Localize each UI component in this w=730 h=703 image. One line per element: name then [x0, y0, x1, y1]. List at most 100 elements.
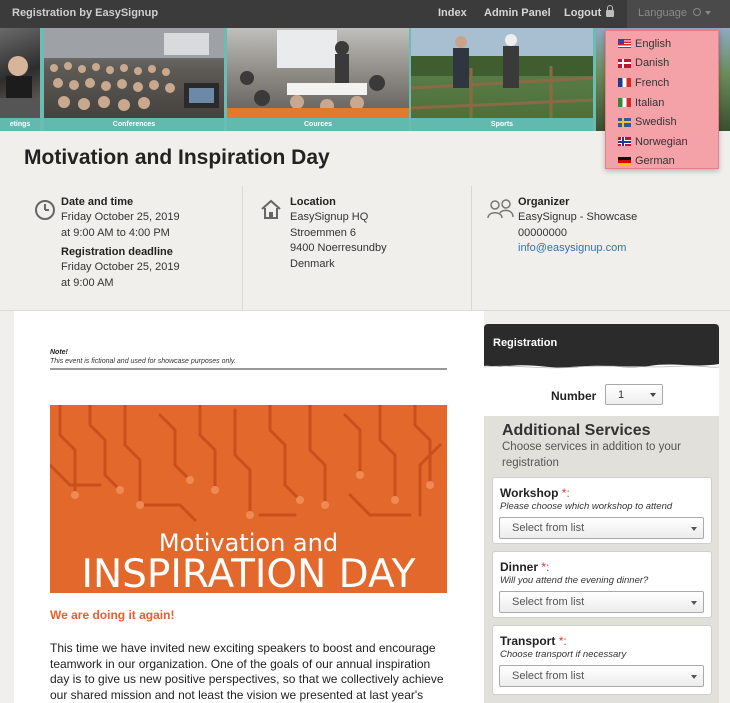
language-option-italian[interactable]: Italian	[606, 93, 718, 113]
event-description-panel: Note! This event is fictional and used f…	[14, 311, 484, 703]
deadline-time: at 9:00 AM	[61, 276, 114, 289]
us-flag-icon	[618, 39, 631, 49]
no-flag-icon	[618, 137, 631, 147]
service-workshop: Workshop *: Please choose which workshop…	[492, 477, 712, 544]
transport-select[interactable]: Select from list	[499, 665, 704, 687]
chevron-down-icon	[650, 393, 656, 397]
select-placeholder: Select from list	[512, 596, 585, 608]
service-hint: Please choose which workshop to attend	[500, 501, 673, 512]
globe-icon	[692, 8, 701, 16]
people-icon	[487, 199, 514, 219]
nav-index-link[interactable]: Index	[438, 7, 467, 19]
language-option-german[interactable]: German	[606, 152, 718, 172]
language-label: Swedish	[635, 116, 677, 129]
organizer-line: 00000000	[518, 226, 567, 239]
banner-caption: Conferences	[44, 118, 224, 131]
additional-services-subtitle: Choose services in addition to your regi…	[502, 441, 681, 469]
nav-logout-link[interactable]: Logout	[564, 5, 615, 19]
se-flag-icon	[618, 117, 631, 127]
clock-icon	[35, 200, 55, 220]
chevron-down-icon	[691, 527, 697, 531]
banner-caption: etings	[0, 118, 40, 131]
language-label: French	[635, 76, 670, 89]
page-title: Motivation and Inspiration Day	[24, 146, 330, 169]
info-divider	[242, 186, 243, 310]
language-option-danish[interactable]: Danish	[606, 54, 718, 74]
service-name: Workshop	[500, 486, 559, 500]
home-icon	[261, 199, 281, 219]
language-label: Italian	[635, 96, 665, 109]
deadline-date: Friday October 25, 2019	[61, 261, 180, 273]
organizer-email-link[interactable]: info@easysignup.com	[518, 241, 718, 257]
language-menu: English Danish French Italian Swedish No…	[605, 30, 719, 169]
required-marker: *:	[558, 634, 567, 648]
location-line: Denmark	[290, 257, 335, 270]
registration-heading: Registration	[484, 324, 719, 360]
dinner-select[interactable]: Select from list	[499, 591, 704, 613]
it-flag-icon	[618, 98, 631, 108]
hero-title-line2: INSPIRATION DAY	[81, 552, 416, 594]
select-placeholder: Select from list	[512, 522, 585, 534]
service-label: Dinner *:	[500, 560, 549, 574]
banner-tile-conferences: Conferences	[44, 28, 224, 131]
note-heading: Note!	[50, 349, 68, 356]
chevron-down-icon	[704, 11, 711, 15]
conferences-photo	[44, 28, 224, 111]
description-paragraph: This time we have invited new exciting s…	[50, 641, 444, 702]
workshop-select[interactable]: Select from list	[499, 517, 704, 539]
tagline: We are doing it again!	[50, 608, 175, 622]
de-flag-icon	[618, 156, 631, 166]
organizer-section: Organizer EasySignup - Showcase 00000000…	[486, 186, 726, 310]
organizer-line: EasySignup - Showcase	[518, 211, 638, 223]
brand-link[interactable]: Registration by EasySignup	[12, 7, 158, 19]
service-dinner: Dinner *: Will you attend the evening di…	[492, 551, 712, 618]
number-select[interactable]: 1	[605, 384, 663, 405]
location-line: Stroemmen 6	[290, 226, 357, 239]
sports-photo	[411, 28, 593, 131]
additional-services-title: Additional Services	[502, 422, 651, 439]
location-line: 9400 Noerresundby	[290, 242, 387, 254]
torn-edge-divider	[484, 360, 719, 372]
service-label: Transport *:	[500, 634, 567, 648]
chevron-down-icon	[691, 675, 697, 679]
language-option-norwegian[interactable]: Norwegian	[606, 132, 718, 152]
deadline-heading: Registration deadline	[61, 246, 173, 258]
banner-tile-courses: Cources	[227, 28, 409, 131]
courses-photo	[227, 30, 409, 118]
organizer-heading: Organizer	[518, 196, 570, 208]
number-label: Number	[551, 389, 597, 403]
service-transport: Transport *: Choose transport if necessa…	[492, 625, 712, 695]
required-marker: *:	[561, 486, 570, 500]
date-line: Friday October 25, 2019	[61, 211, 180, 223]
language-label: Language	[638, 7, 687, 19]
banner-caption: Sports	[411, 118, 593, 131]
number-area: Number 1	[484, 372, 719, 416]
info-divider	[471, 186, 472, 310]
service-hint: Choose transport if necessary	[500, 649, 627, 660]
nav-admin-panel-link[interactable]: Admin Panel	[484, 7, 551, 19]
banner-tile-meetings: etings	[0, 28, 40, 131]
language-label: German	[635, 155, 675, 168]
location-line: EasySignup HQ	[290, 211, 369, 223]
banner-tile-sports: Sports	[411, 28, 593, 131]
meetings-photo	[0, 56, 40, 121]
service-label: Workshop *:	[500, 486, 570, 500]
note-divider	[50, 368, 447, 370]
service-hint: Will you attend the evening dinner?	[500, 575, 649, 586]
language-option-swedish[interactable]: Swedish	[606, 112, 718, 132]
location-heading: Location	[290, 196, 336, 208]
select-placeholder: Select from list	[512, 670, 585, 682]
service-name: Transport	[500, 634, 556, 648]
language-label: English	[635, 37, 672, 50]
language-option-english[interactable]: English	[606, 34, 718, 54]
dk-flag-icon	[618, 58, 631, 68]
language-dropdown-button[interactable]: Language	[627, 0, 730, 28]
language-option-french[interactable]: French	[606, 73, 718, 93]
banner-caption: Cources	[227, 118, 409, 131]
registration-sidebar: Registration Number 1 Additional Service…	[484, 324, 719, 703]
time-line: at 9:00 AM to 4:00 PM	[61, 226, 170, 239]
date-time-section: Date and time Friday October 25, 2019 at…	[34, 186, 239, 310]
top-navbar: Registration by EasySignup Index Admin P…	[0, 0, 730, 28]
note-text: This event is fictional and used for sho…	[50, 358, 236, 365]
location-section: Location EasySignup HQ Stroemmen 6 9400 …	[260, 186, 470, 310]
